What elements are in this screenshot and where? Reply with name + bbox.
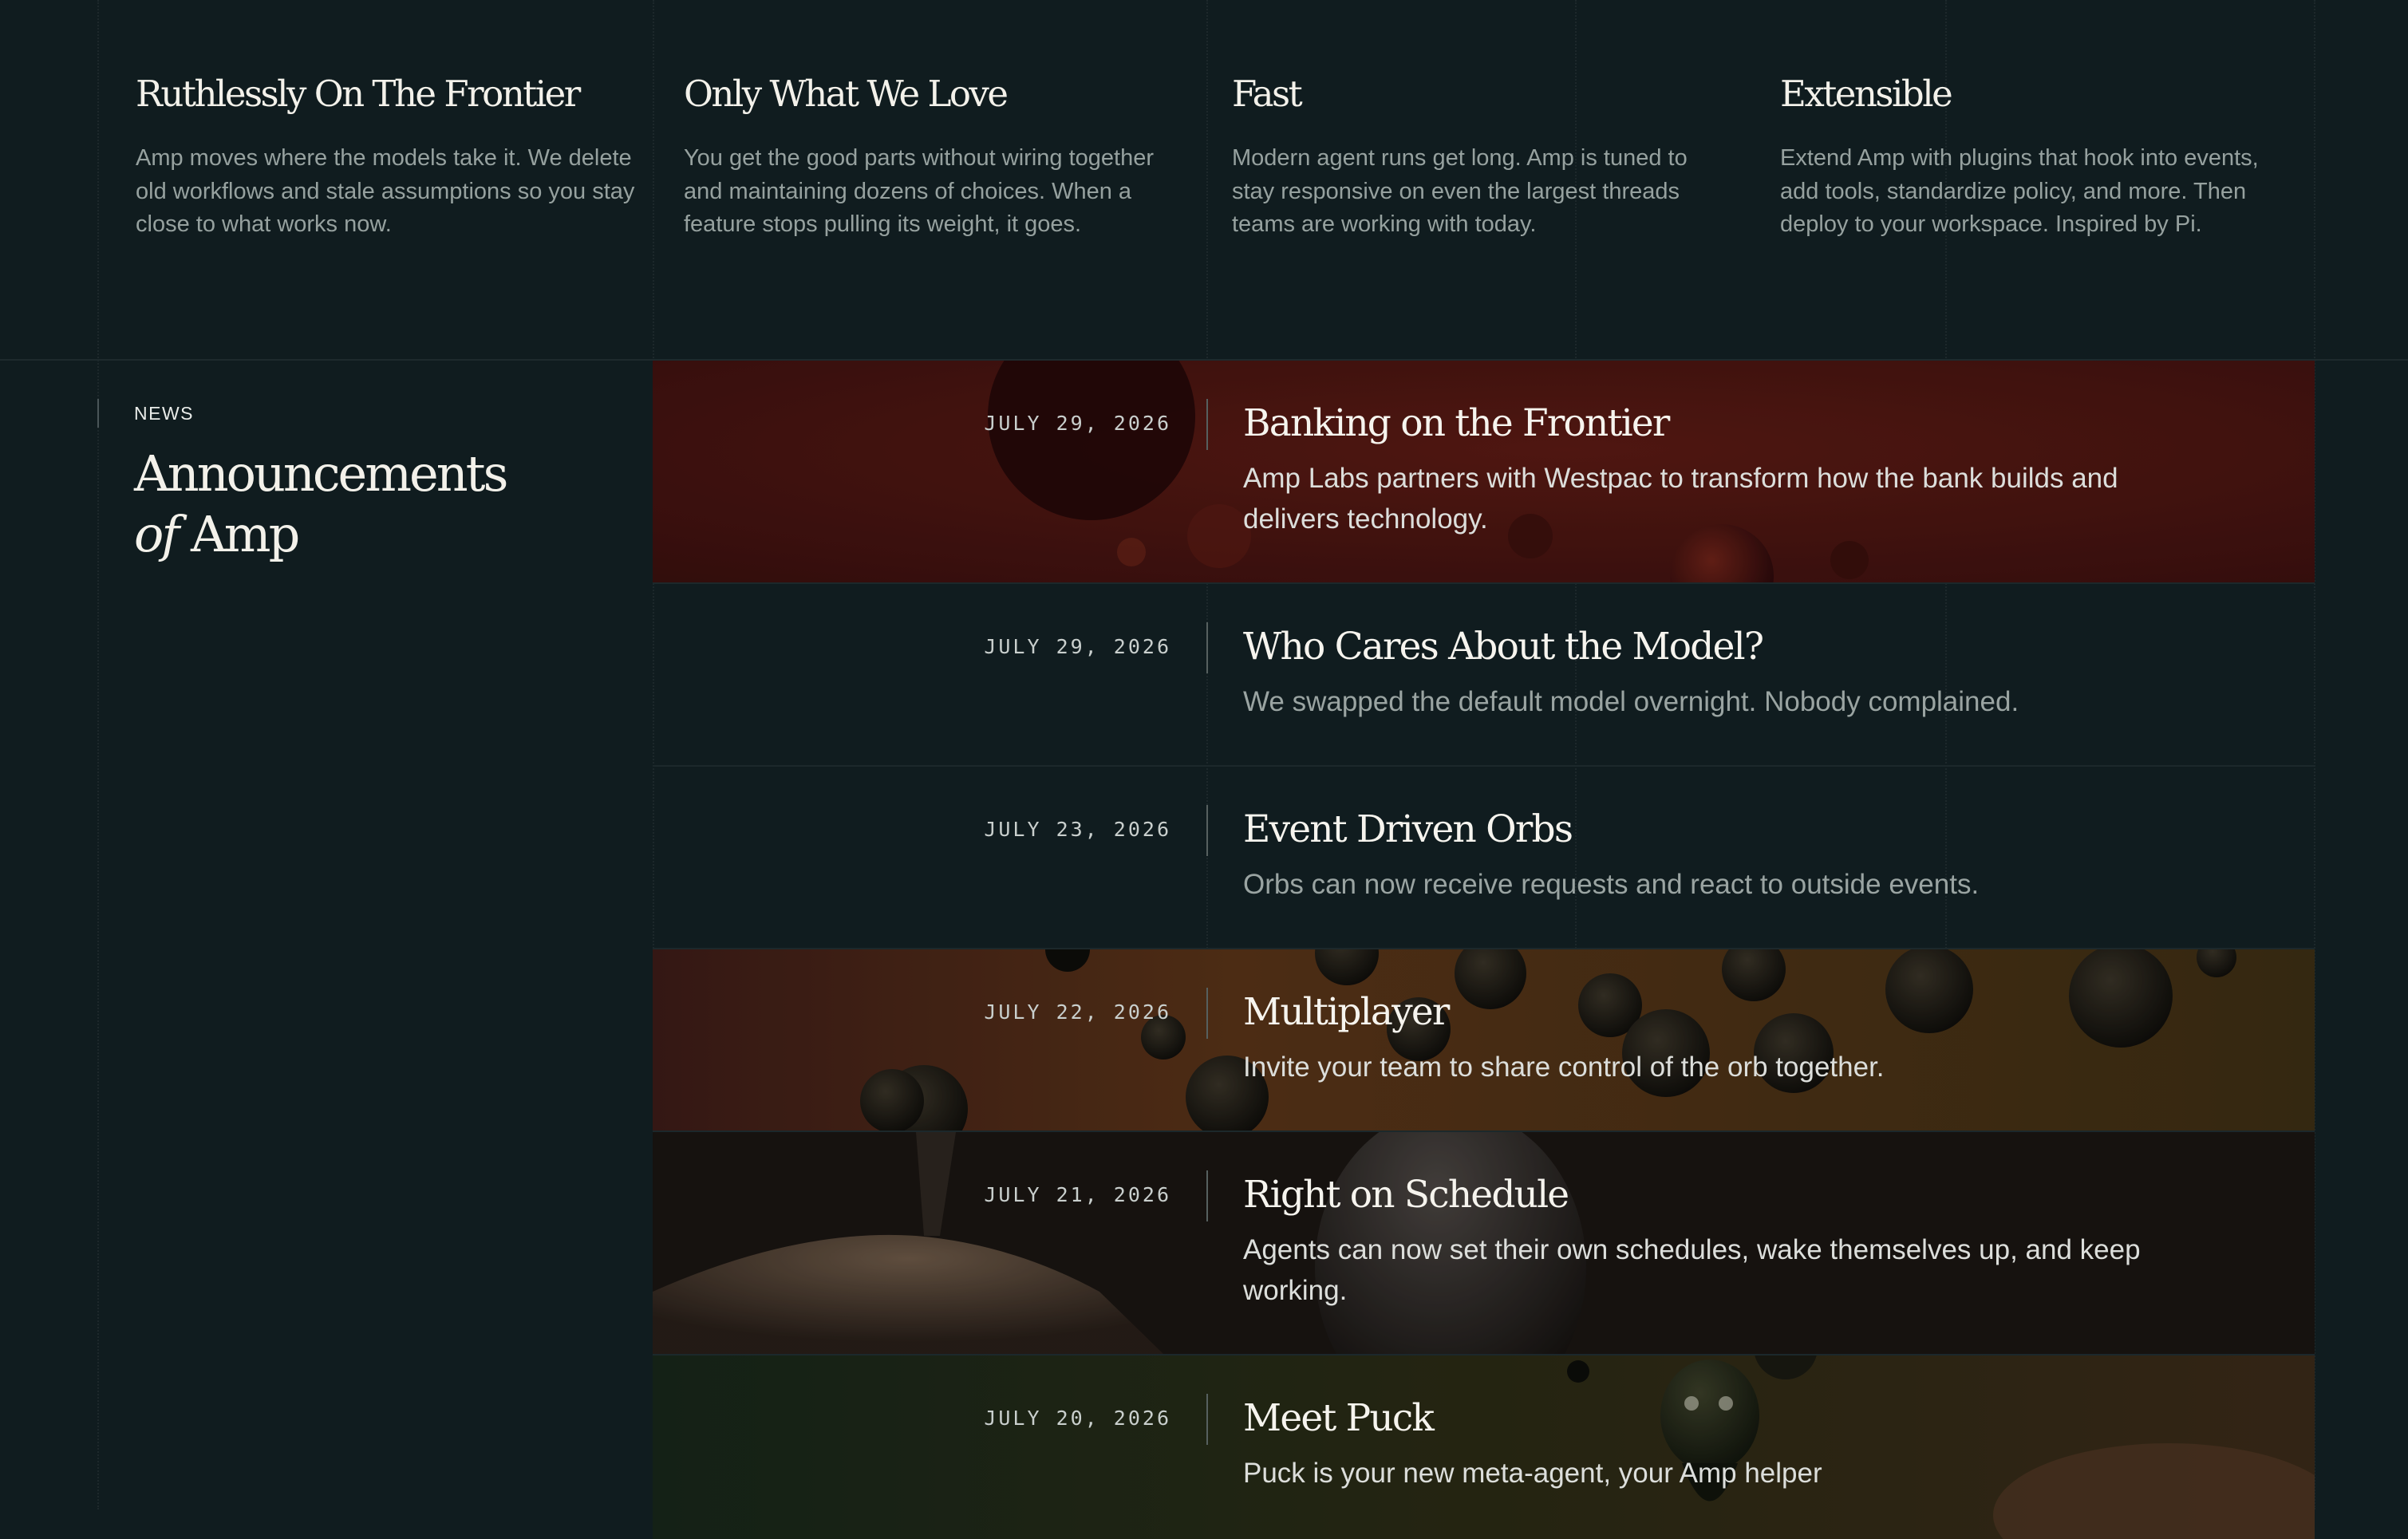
feature-title: Ruthlessly On The Frontier <box>136 73 581 115</box>
news-date: JULY 29, 2026 <box>984 412 1171 435</box>
news-title[interactable]: Meet Puck <box>1243 1394 2201 1443</box>
news-item-right-on-schedule[interactable]: JULY 21, 2026 Right on Schedule Agents c… <box>653 1132 2315 1356</box>
feature-body: Amp moves where the models take it. We d… <box>136 145 635 237</box>
feature-frontier: Ruthlessly On The Frontier Amp moves whe… <box>136 69 638 242</box>
news-description: Amp Labs partners with Westpac to transf… <box>1243 463 2118 535</box>
news-content: Meet Puck Puck is your new meta-agent, y… <box>1243 1394 2201 1494</box>
news-heading-of: of <box>134 505 180 563</box>
feature-body: You get the good parts without wiring to… <box>684 145 1154 237</box>
news-label: NEWS <box>97 399 194 428</box>
news-divider <box>1206 805 1208 856</box>
feature-body: Modern agent runs get long. Amp is tuned… <box>1232 145 1688 237</box>
news-date: JULY 21, 2026 <box>984 1183 1171 1206</box>
news-content: Multiplayer Invite your team to share co… <box>1243 988 2201 1087</box>
news-title[interactable]: Banking on the Frontier <box>1243 399 2201 448</box>
feature-title: Only What We Love <box>684 73 1009 115</box>
news-description: Puck is your new meta-agent, your Amp he… <box>1243 1458 1822 1489</box>
news-divider <box>1206 988 1208 1039</box>
news-content: Event Driven Orbs Orbs can now receive r… <box>1243 805 2201 905</box>
news-item-event-driven-orbs[interactable]: JULY 23, 2026 Event Driven Orbs Orbs can… <box>653 767 2315 949</box>
news-divider <box>1206 622 1208 673</box>
news-heading-line1: Announcements <box>134 444 508 503</box>
news-date: JULY 22, 2026 <box>984 1000 1171 1024</box>
news-item-multiplayer[interactable]: JULY 22, 2026 Multiplayer Invite your te… <box>653 949 2315 1132</box>
news-content: Right on Schedule Agents can now set the… <box>1243 1170 2201 1311</box>
feature-extensible: Extensible Extend Amp with plugins that … <box>1780 69 2283 242</box>
news-description: We swapped the default model overnight. … <box>1243 686 2019 717</box>
news-description: Agents can now set their own schedules, … <box>1243 1234 2141 1306</box>
news-content: Who Cares About the Model? We swapped th… <box>1243 622 2201 722</box>
news-title[interactable]: Event Driven Orbs <box>1243 805 2201 854</box>
news-heading: Announcements of Amp <box>134 444 581 565</box>
news-item-model[interactable]: JULY 29, 2026 Who Cares About the Model?… <box>653 584 2315 767</box>
news-title[interactable]: Multiplayer <box>1243 988 2201 1037</box>
feature-fast: Fast Modern agent runs get long. Amp is … <box>1232 69 1735 242</box>
news-item-banking[interactable]: JULY 29, 2026 Banking on the Frontier Am… <box>653 361 2315 584</box>
news-date: JULY 29, 2026 <box>984 635 1171 658</box>
news-content: Banking on the Frontier Amp Labs partner… <box>1243 399 2201 539</box>
news-title[interactable]: Right on Schedule <box>1243 1170 2201 1220</box>
feature-title: Extensible <box>1780 73 1953 115</box>
news-date: JULY 20, 2026 <box>984 1407 1171 1430</box>
news-divider <box>1206 1170 1208 1221</box>
news-list: JULY 29, 2026 Banking on the Frontier Am… <box>653 361 2315 1539</box>
feature-only-what-we-love: Only What We Love You get the good parts… <box>684 69 1186 242</box>
news-title[interactable]: Who Cares About the Model? <box>1243 622 2201 672</box>
feature-body: Extend Amp with plugins that hook into e… <box>1780 145 2259 237</box>
features-section: Ruthlessly On The Frontier Amp moves whe… <box>0 0 2408 359</box>
news-item-meet-puck[interactable]: JULY 20, 2026 Meet Puck Puck is your new… <box>653 1356 2315 1539</box>
feature-title: Fast <box>1232 73 1303 115</box>
news-divider <box>1206 1394 1208 1445</box>
news-date: JULY 23, 2026 <box>984 818 1171 841</box>
news-divider <box>1206 399 1208 450</box>
news-heading-amp: Amp <box>191 505 300 563</box>
news-description: Invite your team to share control of the… <box>1243 1052 1885 1083</box>
news-description: Orbs can now receive requests and react … <box>1243 869 1980 900</box>
